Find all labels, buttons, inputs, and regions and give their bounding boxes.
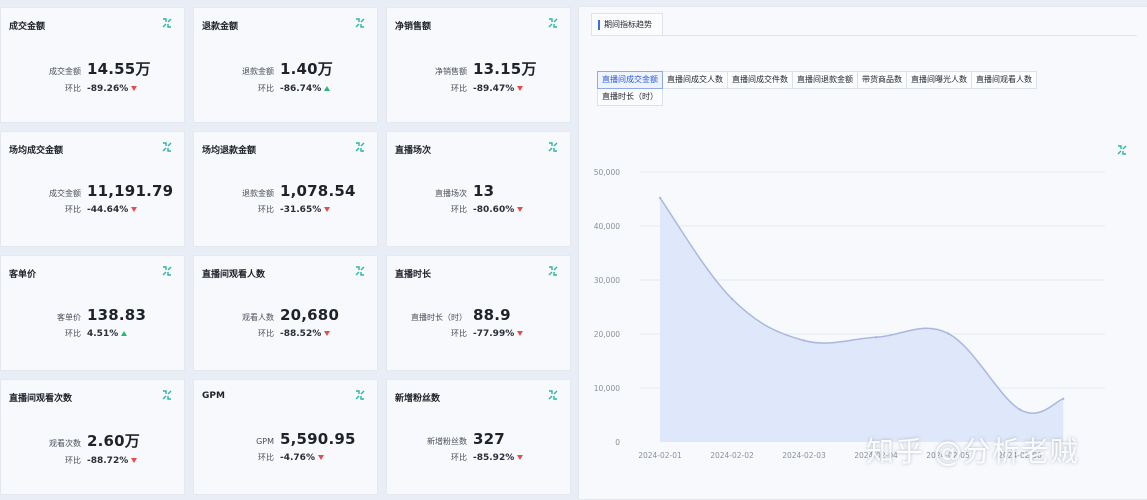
trend-area-chart: 0 10,000 20,000 30,000 40,000 50,000 2024-02-0… (594, 168, 1105, 460)
ratio-label: 环比 (258, 84, 274, 93)
ratio-text: -89.26% (87, 84, 129, 94)
trend-down-icon (517, 86, 524, 91)
data-point[interactable] (730, 297, 734, 301)
metric-card: 退款金额 退款金额 1.40万 环比 -86.74% (193, 7, 378, 123)
metric-label: 退款金额 (242, 67, 274, 76)
tab-divider (591, 35, 1137, 36)
metric-value: 14.55万 (87, 60, 151, 78)
card-body: 退款金额 1.40万 环比 -86.74% (194, 58, 377, 94)
trend-up-icon (324, 86, 331, 91)
metric-card: 成交金额 成交金额 14.55万 环比 -89.26% (0, 7, 185, 123)
series-area (660, 197, 1064, 442)
ratio-text: -86.74% (280, 84, 322, 94)
metric-label: 成交金额 (49, 67, 81, 76)
data-point[interactable] (658, 196, 662, 200)
metric-tab[interactable]: 直播间成交人数 (662, 71, 728, 89)
data-point[interactable] (946, 332, 950, 335)
y-tick-label: 50,000 (594, 168, 620, 177)
card-body: 成交金额 14.55万 环比 -89.26% (1, 58, 184, 94)
metric-tab[interactable]: 直播时长（时） (597, 88, 663, 106)
metric-tab[interactable]: 带货商品数 (857, 71, 907, 89)
y-tick-label: 20,000 (594, 330, 620, 339)
metric-tab[interactable]: 直播间观看人数 (971, 71, 1037, 89)
metric-tab[interactable]: 直播间成交件数 (727, 71, 793, 89)
metric-value: 1.40万 (280, 60, 334, 78)
ratio-label: 环比 (451, 84, 467, 93)
export-icon[interactable] (355, 18, 365, 28)
metric-card: 净销售额 净销售额 13.15万 环比 -89.47% (386, 7, 571, 123)
watermark: 知乎 @分析老贼 (866, 435, 1079, 468)
metric-label: 净销售额 (435, 67, 467, 76)
metric-value: 13.15万 (473, 60, 537, 78)
card-title: 净销售额 (395, 22, 432, 32)
data-point[interactable] (1062, 397, 1065, 400)
ratio-value: -89.47% (473, 84, 570, 94)
x-tick-label: 2024-02-03 (782, 451, 826, 460)
metric-tab[interactable]: 直播间曝光人数 (906, 71, 972, 89)
x-tick-label: 2024-02-01 (638, 451, 682, 460)
x-tick-label: 2024-02-02 (710, 451, 754, 460)
metric-tab[interactable]: 直播间成交金额 (597, 71, 663, 89)
y-tick-label: 10,000 (594, 384, 620, 393)
y-tick-label: 40,000 (594, 222, 620, 231)
ratio-value: -86.74% (280, 84, 377, 94)
y-tick-label: 0 (615, 438, 620, 447)
y-tick-label: 30,000 (594, 276, 620, 285)
data-point[interactable] (1018, 408, 1022, 411)
ratio-value: -89.26% (87, 84, 184, 94)
card-body: 净销售额 13.15万 环比 -89.47% (387, 58, 570, 94)
trend-down-icon (131, 86, 138, 91)
data-point[interactable] (874, 336, 878, 339)
export-icon[interactable] (162, 18, 172, 28)
card-title: 成交金额 (9, 22, 46, 32)
export-icon[interactable] (548, 18, 558, 28)
data-point[interactable] (802, 339, 806, 342)
ratio-label: 环比 (65, 84, 81, 93)
card-title: 退款金额 (202, 22, 239, 32)
ratio-text: -89.47% (473, 84, 515, 94)
metric-tab-bar: 直播间成交金额 直播间成交人数 直播间成交件数 直播间退款金额 带货商品数 直播间曝光人数… (597, 71, 1077, 106)
metric-tab[interactable]: 直播间退款金额 (792, 71, 858, 89)
tab-period-trend[interactable]: 期间指标趋势 (591, 13, 663, 35)
